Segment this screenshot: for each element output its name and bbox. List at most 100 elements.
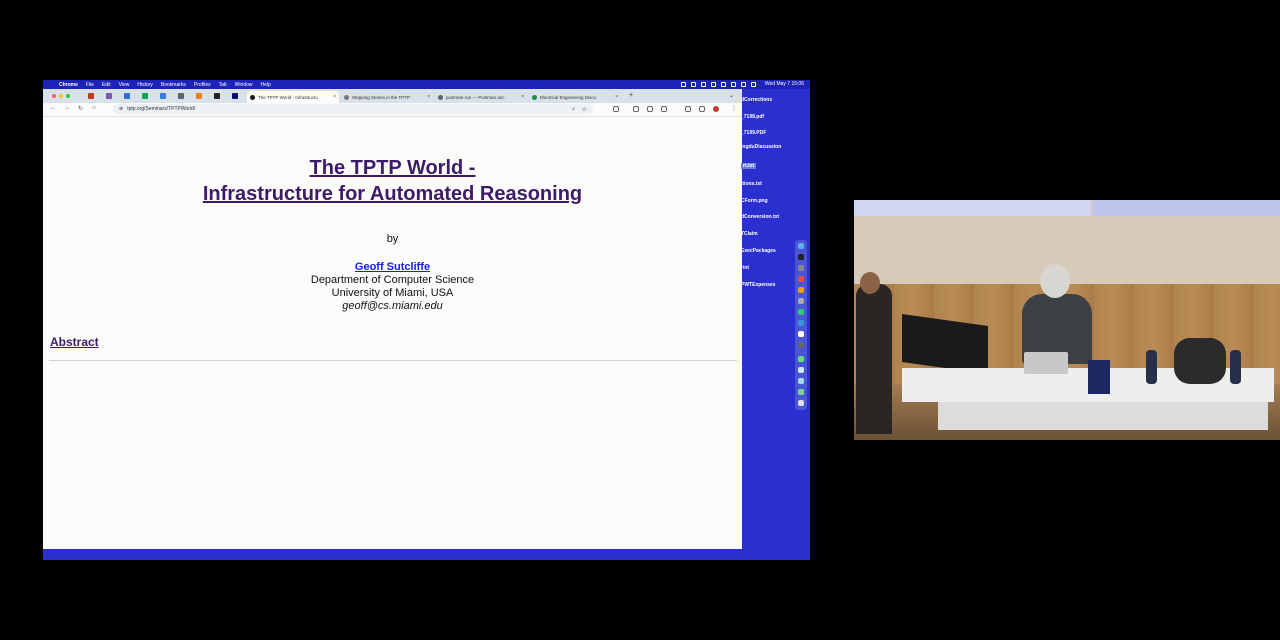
department-text: Department of Computer Science <box>310 274 475 286</box>
zoom-icon[interactable]: ⌕ <box>572 106 575 112</box>
pinned-tab-icon[interactable] <box>106 93 112 99</box>
dock-app-icon[interactable] <box>798 367 804 373</box>
bottle <box>1146 350 1157 384</box>
attendee <box>856 284 892 434</box>
dock-app-icon[interactable] <box>798 298 804 304</box>
profile-avatar[interactable] <box>713 106 719 112</box>
dock-app-icon[interactable] <box>798 378 804 384</box>
battery-icon[interactable] <box>740 81 746 87</box>
desktop-file[interactable]: rint <box>741 265 749 271</box>
close-tab-icon[interactable]: × <box>615 94 618 100</box>
page-title-line2[interactable]: Infrastructure for Automated Reasoning <box>43 181 742 207</box>
desktop-file[interactable]: PWTExpenses <box>741 282 775 288</box>
desktop-file[interactable]: itions.txt <box>741 181 762 187</box>
desktop-file[interactable]: _7198.pdf <box>741 114 764 120</box>
close-tab-icon[interactable]: × <box>521 94 524 100</box>
extensions-puzzle-icon[interactable] <box>699 106 705 112</box>
download-icon[interactable] <box>685 106 691 112</box>
tab-favicon-icon <box>438 94 443 100</box>
extension-icon[interactable] <box>633 106 639 112</box>
dock-app-icon[interactable] <box>798 342 804 348</box>
more-menu-icon[interactable]: ⋮ <box>731 105 737 112</box>
bookmark-star-icon[interactable]: ☆ <box>582 106 587 113</box>
dock-app-icon[interactable] <box>798 331 804 337</box>
page-title-line1[interactable]: The TPTP World - <box>43 155 742 181</box>
chrome-window: The TPTP World - Infrastructu × Stepping… <box>43 89 742 549</box>
minimize-window-button[interactable] <box>59 94 63 98</box>
screen-record-icon[interactable] <box>680 81 686 87</box>
finder-dock-icon[interactable] <box>798 243 804 249</box>
menu-view[interactable]: View <box>119 82 130 88</box>
menu-edit[interactable]: Edit <box>102 82 111 88</box>
tab-postman[interactable]: postman-run — Postman doc × <box>435 91 527 103</box>
close-tab-icon[interactable]: × <box>427 94 430 100</box>
pinned-tab-icon[interactable] <box>124 93 130 99</box>
desktop-file[interactable]: dCorrections <box>741 97 772 103</box>
pinned-tab-icon[interactable] <box>178 93 184 99</box>
dock <box>795 240 807 410</box>
extension-icon[interactable] <box>647 106 653 112</box>
spotlight-icon[interactable] <box>750 81 756 87</box>
menu-tab[interactable]: Tab <box>219 82 227 88</box>
bag <box>1174 338 1226 384</box>
address-url: tptp.org/Seminars/TPTPWorld/ <box>127 106 196 112</box>
dock-app-icon[interactable] <box>798 265 804 271</box>
desktop-file[interactable]: _7199.PDF <box>741 130 766 136</box>
code-icon[interactable] <box>661 106 667 112</box>
extension-icon[interactable] <box>613 106 619 112</box>
menubar-clock[interactable]: Wed May 7 15:06 <box>765 81 804 87</box>
menu-chrome[interactable]: Chrome <box>59 82 78 88</box>
github-pinned-icon[interactable] <box>214 93 220 99</box>
browser-toolbar: ← → ↻ ⌂ ⊜ tptp.org/Seminars/TPTPWorld/ ⌕… <box>43 103 742 117</box>
author-link[interactable]: Geoff Sutcliffe <box>43 261 742 273</box>
app-status-icon[interactable] <box>700 81 706 87</box>
desktop-file[interactable]: ingduDiscussion <box>741 144 781 150</box>
tab-search-icon[interactable]: ⌄ <box>729 92 734 99</box>
menu-profiles[interactable]: Profiles <box>194 82 211 88</box>
pinned-tab-icon[interactable] <box>160 93 166 99</box>
dock-app-icon[interactable] <box>798 389 804 395</box>
address-bar[interactable]: ⊜ tptp.org/Seminars/TPTPWorld/ ⌕ ☆ <box>113 104 593 114</box>
bluetooth-icon[interactable] <box>710 81 716 87</box>
desktop-file[interactable]: CForm.png <box>741 198 768 204</box>
tab-electrical-engineering[interactable]: Electrical Engineering Discu × <box>529 91 621 103</box>
abstract-link[interactable]: Abstract <box>50 335 99 349</box>
new-tab-button[interactable]: + <box>629 92 633 99</box>
menu-window[interactable]: Window <box>235 82 253 88</box>
desktop-file[interactable]: dConversion.txt <box>741 214 779 220</box>
wifi-icon[interactable] <box>730 81 736 87</box>
gmail-pinned-icon[interactable] <box>88 93 94 99</box>
tab-label: postman-run — Postman doc <box>446 94 505 100</box>
menu-history[interactable]: History <box>137 82 153 88</box>
volume-icon[interactable] <box>720 81 726 87</box>
dock-app-icon[interactable] <box>798 309 804 315</box>
close-window-button[interactable] <box>52 94 56 98</box>
site-info-icon[interactable]: ⊜ <box>119 106 123 112</box>
back-arrow-icon[interactable]: ← <box>50 105 56 111</box>
pinned-tab-icon[interactable] <box>196 93 202 99</box>
tab-favicon-icon <box>344 94 349 100</box>
desktop-file-selected[interactable]: rt.txt <box>741 163 757 169</box>
tab-stepping-stones[interactable]: Stepping Stones in the TPTP × <box>341 91 433 103</box>
menu-help[interactable]: Help <box>260 82 270 88</box>
dock-app-icon[interactable] <box>798 287 804 293</box>
trash-dock-icon[interactable] <box>798 400 804 406</box>
terminal-dock-icon[interactable] <box>798 254 804 260</box>
close-tab-icon[interactable]: × <box>333 94 336 100</box>
university-text: University of Miami, USA <box>331 287 454 299</box>
home-icon[interactable]: ⌂ <box>92 105 96 111</box>
forward-arrow-icon[interactable]: → <box>64 105 70 111</box>
pinned-tab-icon[interactable] <box>142 93 148 99</box>
cursor-icon[interactable] <box>690 81 696 87</box>
dock-app-icon[interactable] <box>798 356 804 362</box>
menu-bookmarks[interactable]: Bookmarks <box>161 82 186 88</box>
dock-app-icon[interactable] <box>798 320 804 326</box>
menu-file[interactable]: File <box>86 82 94 88</box>
desktop-file[interactable]: ExecPackages <box>741 248 776 254</box>
desktop-file[interactable]: TClaim <box>741 231 758 237</box>
tab-tptp-world[interactable]: The TPTP World - Infrastructu × <box>247 91 339 103</box>
zoom-window-button[interactable] <box>66 94 70 98</box>
dock-app-icon[interactable] <box>798 276 804 282</box>
reload-icon[interactable]: ↻ <box>78 105 83 112</box>
pinned-tab-icon[interactable] <box>232 93 238 99</box>
